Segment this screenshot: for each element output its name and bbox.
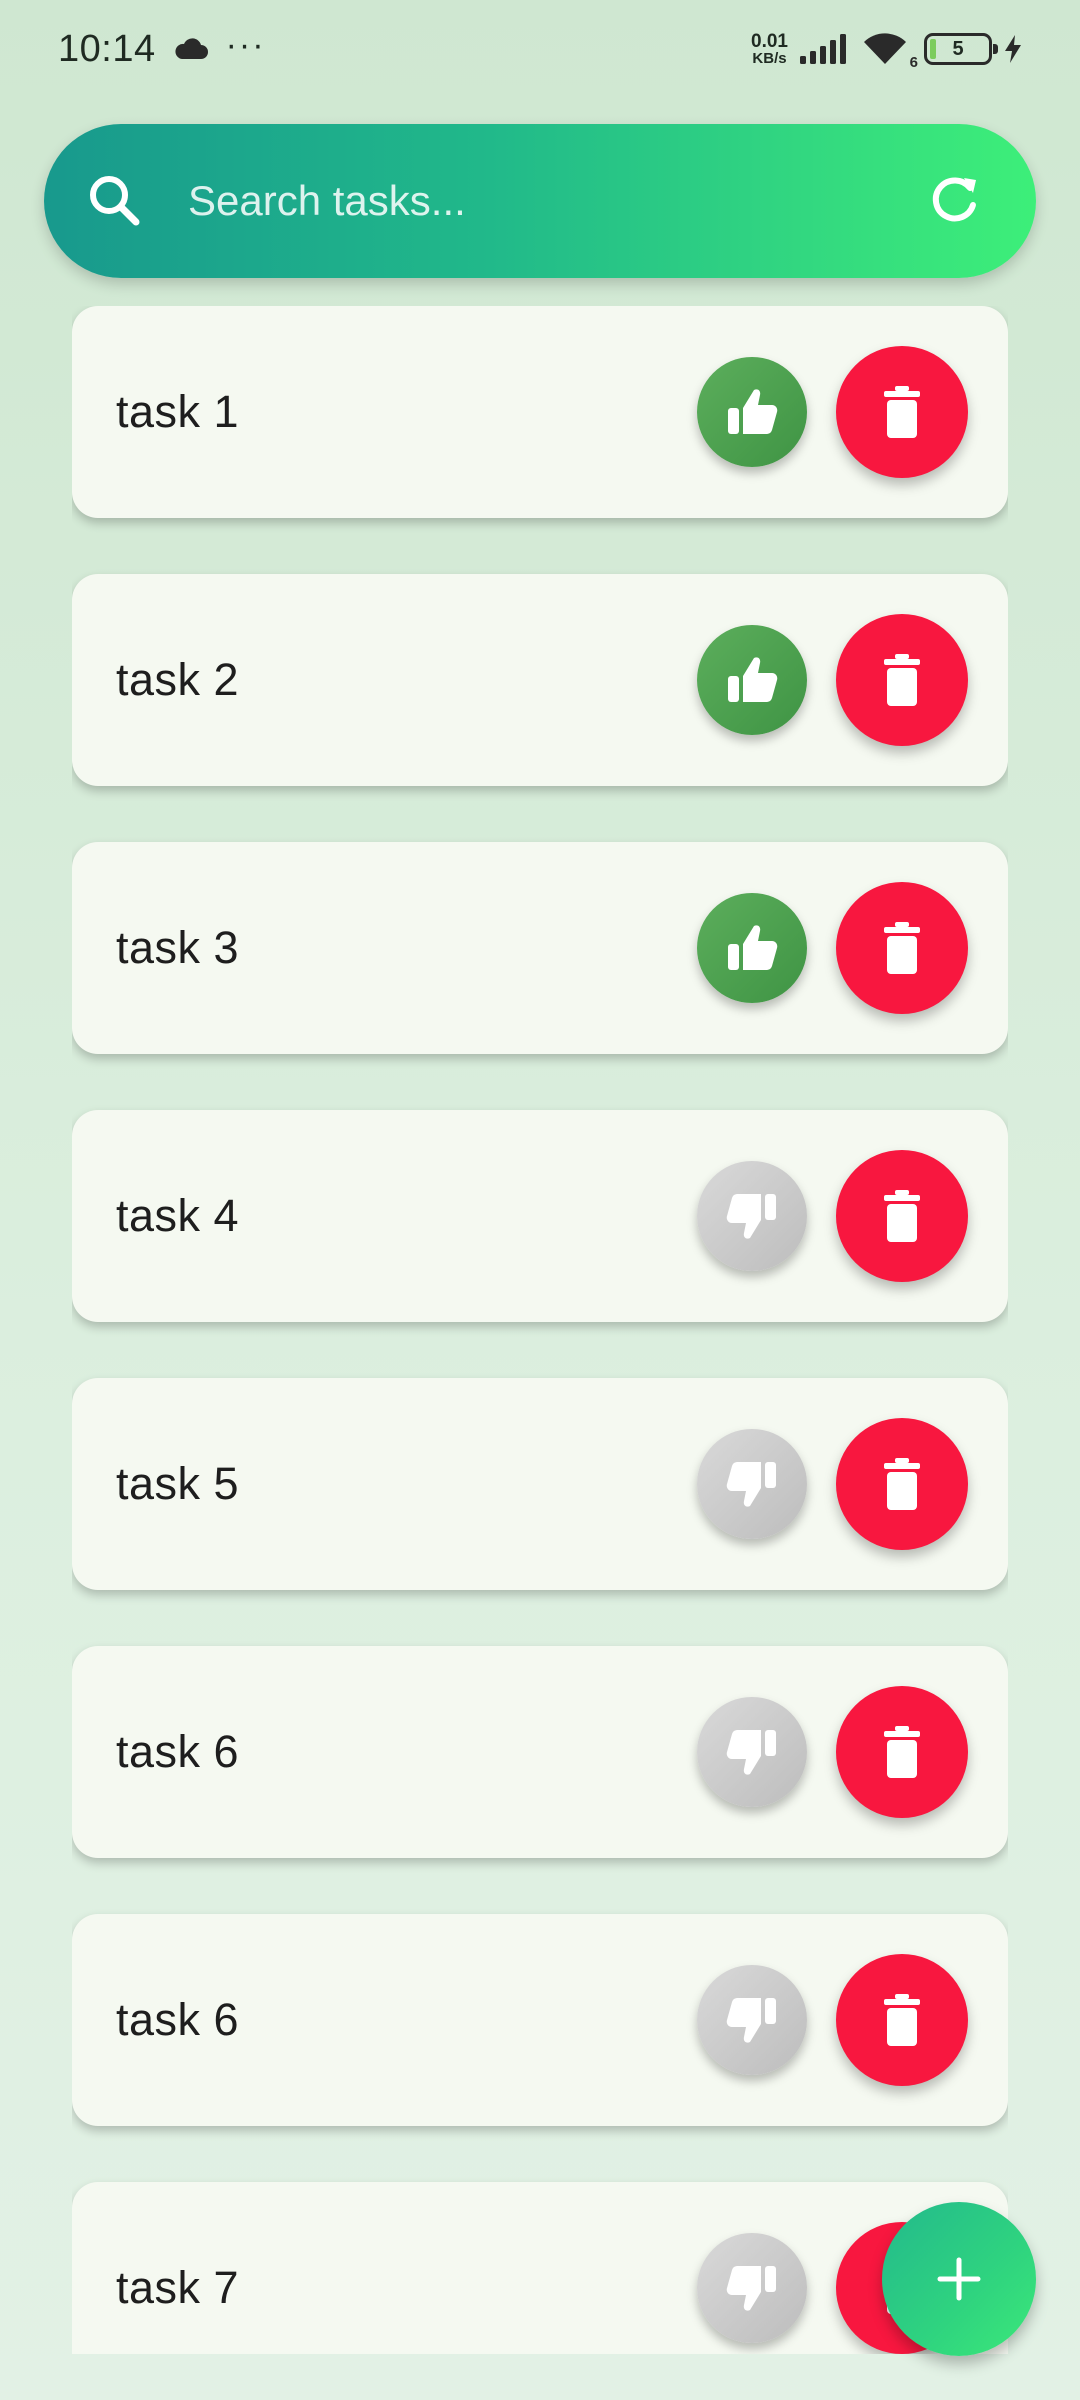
dislike-button[interactable]: [697, 1965, 807, 2075]
delete-button[interactable]: [836, 1686, 968, 1818]
add-task-button[interactable]: [882, 2202, 1036, 2356]
wifi-icon: [864, 33, 906, 64]
task-card[interactable]: task 7: [72, 2182, 1008, 2354]
task-title: task 7: [116, 2262, 240, 2313]
task-title: task 2: [116, 654, 240, 705]
task-card[interactable]: task 2: [72, 574, 1008, 786]
network-speed-unit: KB/s: [752, 50, 787, 67]
search-input[interactable]: [188, 177, 926, 225]
trash-icon: [884, 386, 920, 438]
dislike-button[interactable]: [697, 1161, 807, 1271]
task-list: task 1 task 2 task 3 task 4 task 5 task …: [72, 306, 1008, 2354]
battery-indicator: 5: [924, 33, 998, 65]
search-bar: [44, 124, 1036, 278]
task-title: task 4: [116, 1190, 240, 1241]
task-card[interactable]: task 5: [72, 1378, 1008, 1590]
trash-icon: [884, 1190, 920, 1242]
trash-icon: [884, 1458, 920, 1510]
task-title: task 1: [116, 386, 240, 437]
task-card[interactable]: task 6: [72, 1646, 1008, 1858]
network-speed-value: 0.01: [751, 31, 788, 52]
battery-level: 5: [952, 37, 964, 60]
task-title: task 5: [116, 1458, 240, 1509]
trash-icon: [884, 1726, 920, 1778]
delete-button[interactable]: [836, 614, 968, 746]
thumbs-up-icon: [728, 657, 778, 702]
delete-button[interactable]: [836, 882, 968, 1014]
plus-icon: [937, 2257, 981, 2301]
thumbs-down-icon: [726, 1730, 776, 1775]
thumbs-up-icon: [728, 925, 778, 970]
signal-icon: [800, 34, 846, 64]
thumbs-down-icon: [726, 2266, 776, 2311]
refresh-icon[interactable]: [926, 172, 984, 230]
task-card[interactable]: task 1: [72, 306, 1008, 518]
thumbs-down-icon: [726, 1194, 776, 1239]
task-card[interactable]: task 4: [72, 1110, 1008, 1322]
status-more-icon: ···: [225, 26, 266, 64]
delete-button[interactable]: [836, 1954, 968, 2086]
task-card[interactable]: task 3: [72, 842, 1008, 1054]
dislike-button[interactable]: [697, 1429, 807, 1539]
like-button[interactable]: [697, 893, 807, 1003]
search-icon[interactable]: [84, 170, 146, 232]
like-button[interactable]: [697, 625, 807, 735]
status-left: 10:14 ···: [58, 28, 266, 71]
dislike-button[interactable]: [697, 1697, 807, 1807]
status-bar: 10:14 ··· 0.01 KB/s 6 5: [0, 0, 1080, 98]
status-right: 0.01 KB/s 6 5: [751, 31, 1022, 71]
thumbs-down-icon: [726, 1462, 776, 1507]
delete-button[interactable]: [836, 1150, 968, 1282]
task-card[interactable]: task 6: [72, 1914, 1008, 2126]
task-title: task 6: [116, 1726, 240, 1777]
task-title: task 6: [116, 1994, 240, 2045]
delete-button[interactable]: [836, 346, 968, 478]
dislike-button[interactable]: [697, 2233, 807, 2343]
status-time: 10:14: [58, 27, 156, 70]
thumbs-down-icon: [726, 1998, 776, 2043]
task-title: task 3: [116, 922, 240, 973]
network-speed: 0.01 KB/s: [751, 32, 788, 66]
like-button[interactable]: [697, 357, 807, 467]
wifi-indicator: 6: [862, 31, 918, 71]
trash-icon: [884, 654, 920, 706]
thumbs-up-icon: [728, 389, 778, 434]
delete-button[interactable]: [836, 1418, 968, 1550]
trash-icon: [884, 1994, 920, 2046]
trash-icon: [884, 922, 920, 974]
charging-bolt-icon: [1005, 35, 1021, 63]
wifi-badge: 6: [909, 54, 918, 71]
cloud-icon: [175, 38, 208, 59]
